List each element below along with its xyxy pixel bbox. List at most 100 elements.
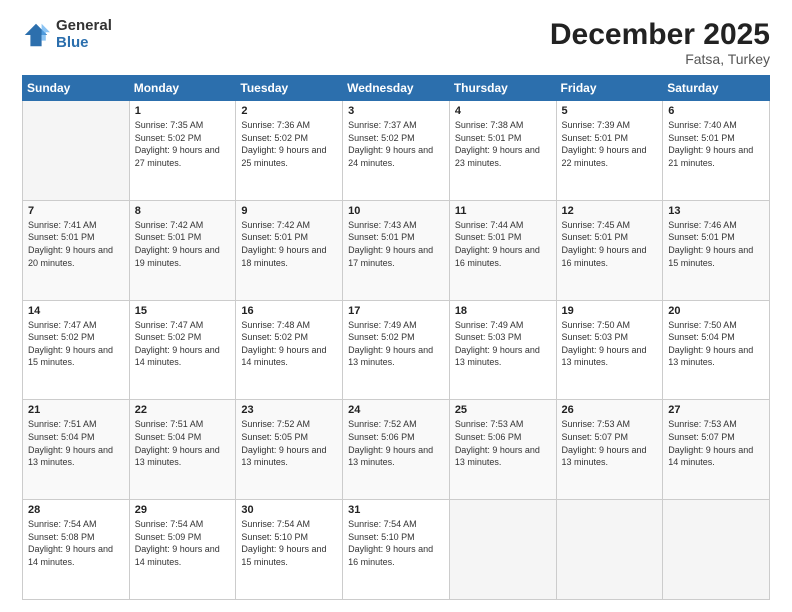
calendar-week-4: 28 Sunrise: 7:54 AMSunset: 5:08 PMDayligh… (23, 500, 770, 600)
day-number: 25 (455, 404, 551, 416)
day-number: 27 (668, 404, 764, 416)
calendar-cell: 15 Sunrise: 7:47 AMSunset: 5:02 PMDayligh… (129, 300, 236, 400)
day-number: 13 (668, 205, 764, 217)
day-number: 12 (562, 205, 658, 217)
day-number: 15 (135, 305, 231, 317)
cell-text: Sunrise: 7:50 AMSunset: 5:04 PMDaylight:… (668, 319, 764, 369)
calendar-cell: 21Sunrise: 7:51 AMSunset: 5:04 PMDayligh… (23, 400, 130, 500)
calendar-cell: 25Sunrise: 7:53 AMSunset: 5:06 PMDayligh… (449, 400, 556, 500)
day-number: 26 (562, 404, 658, 416)
day-number: 29 (135, 504, 231, 516)
weekday-header-tuesday: Tuesday (236, 76, 343, 101)
subtitle: Fatsa, Turkey (550, 51, 770, 67)
day-number: 14 (28, 305, 124, 317)
day-number: 19 (562, 305, 658, 317)
day-number: 24 (348, 404, 444, 416)
weekday-header-wednesday: Wednesday (343, 76, 450, 101)
day-number: 7 (28, 205, 124, 217)
cell-text: Sunrise: 7:49 AMSunset: 5:02 PMDaylight:… (348, 319, 444, 369)
calendar-week-0: 1 Sunrise: 7:35 AMSunset: 5:02 PMDaylight… (23, 101, 770, 201)
cell-text: Sunrise: 7:39 AMSunset: 5:01 PMDaylight:… (562, 119, 658, 169)
calendar-cell: 28 Sunrise: 7:54 AMSunset: 5:08 PMDayligh… (23, 500, 130, 600)
cell-text: Sunrise: 7:35 AMSunset: 5:02 PMDaylight:… (135, 119, 231, 169)
day-number: 3 (348, 105, 444, 117)
cell-text: Sunrise: 7:40 AMSunset: 5:01 PMDaylight:… (668, 119, 764, 169)
calendar-cell: 19 Sunrise: 7:50 AMSunset: 5:03 PMDayligh… (556, 300, 663, 400)
calendar-cell: 6 Sunrise: 7:40 AMSunset: 5:01 PMDaylight… (663, 101, 770, 201)
cell-text: Sunrise: 7:36 AMSunset: 5:02 PMDaylight:… (241, 119, 337, 169)
calendar-cell (449, 500, 556, 600)
calendar-week-1: 7 Sunrise: 7:41 AMSunset: 5:01 PMDaylight… (23, 200, 770, 300)
day-number: 16 (241, 305, 337, 317)
calendar-cell: 8 Sunrise: 7:42 AMSunset: 5:01 PMDaylight… (129, 200, 236, 300)
calendar-cell (663, 500, 770, 600)
cell-text: Sunrise: 7:48 AMSunset: 5:02 PMDaylight:… (241, 319, 337, 369)
calendar-week-3: 21Sunrise: 7:51 AMSunset: 5:04 PMDayligh… (23, 400, 770, 500)
weekday-header-saturday: Saturday (663, 76, 770, 101)
cell-text: Sunrise: 7:44 AMSunset: 5:01 PMDaylight:… (455, 219, 551, 269)
calendar-cell: 24 Sunrise: 7:52 AMSunset: 5:06 PMDayligh… (343, 400, 450, 500)
day-number: 8 (135, 205, 231, 217)
cell-text: Sunrise: 7:38 AMSunset: 5:01 PMDaylight:… (455, 119, 551, 169)
cell-text: Sunrise: 7:54 AMSunset: 5:10 PMDaylight:… (241, 518, 337, 568)
day-number: 17 (348, 305, 444, 317)
cell-text: Sunrise: 7:49 AMSunset: 5:03 PMDaylight:… (455, 319, 551, 369)
calendar-cell: 5 Sunrise: 7:39 AMSunset: 5:01 PMDaylight… (556, 101, 663, 201)
cell-text: Sunrise: 7:42 AMSunset: 5:01 PMDaylight:… (135, 219, 231, 269)
cell-text: Sunrise: 7:54 AMSunset: 5:08 PMDaylight:… (28, 518, 124, 568)
day-number: 20 (668, 305, 764, 317)
calendar-cell: 31Sunrise: 7:54 AMSunset: 5:10 PMDayligh… (343, 500, 450, 600)
calendar-cell: 4 Sunrise: 7:38 AMSunset: 5:01 PMDaylight… (449, 101, 556, 201)
calendar-cell: 10 Sunrise: 7:43 AMSunset: 5:01 PMDayligh… (343, 200, 450, 300)
cell-text: Sunrise: 7:43 AMSunset: 5:01 PMDaylight:… (348, 219, 444, 269)
day-number: 10 (348, 205, 444, 217)
calendar-cell (556, 500, 663, 600)
calendar-table: SundayMondayTuesdayWednesdayThursdayFrid… (22, 75, 770, 600)
cell-text: Sunrise: 7:52 AMSunset: 5:06 PMDaylight:… (348, 418, 444, 468)
day-number: 2 (241, 105, 337, 117)
day-number: 18 (455, 305, 551, 317)
top-section: General Blue December 2025 Fatsa, Turkey (22, 18, 770, 67)
calendar-cell: 18 Sunrise: 7:49 AMSunset: 5:03 PMDayligh… (449, 300, 556, 400)
weekday-header-sunday: Sunday (23, 76, 130, 101)
cell-text: Sunrise: 7:45 AMSunset: 5:01 PMDaylight:… (562, 219, 658, 269)
calendar-cell: 27Sunrise: 7:53 AMSunset: 5:07 PMDayligh… (663, 400, 770, 500)
calendar-cell: 9 Sunrise: 7:42 AMSunset: 5:01 PMDaylight… (236, 200, 343, 300)
calendar-cell: 17 Sunrise: 7:49 AMSunset: 5:02 PMDayligh… (343, 300, 450, 400)
cell-text: Sunrise: 7:50 AMSunset: 5:03 PMDaylight:… (562, 319, 658, 369)
cell-text: Sunrise: 7:41 AMSunset: 5:01 PMDaylight:… (28, 219, 124, 269)
day-number: 23 (241, 404, 337, 416)
day-number: 5 (562, 105, 658, 117)
calendar-cell: 26 Sunrise: 7:53 AMSunset: 5:07 PMDayligh… (556, 400, 663, 500)
cell-text: Sunrise: 7:47 AMSunset: 5:02 PMDaylight:… (135, 319, 231, 369)
cell-text: Sunrise: 7:42 AMSunset: 5:01 PMDaylight:… (241, 219, 337, 269)
weekday-header-monday: Monday (129, 76, 236, 101)
cell-text: Sunrise: 7:52 AMSunset: 5:05 PMDaylight:… (241, 418, 337, 468)
calendar-cell: 7 Sunrise: 7:41 AMSunset: 5:01 PMDaylight… (23, 200, 130, 300)
main-title: December 2025 (550, 18, 770, 51)
calendar-week-2: 14 Sunrise: 7:47 AMSunset: 5:02 PMDayligh… (23, 300, 770, 400)
day-number: 28 (28, 504, 124, 516)
calendar-cell: 12 Sunrise: 7:45 AMSunset: 5:01 PMDayligh… (556, 200, 663, 300)
logo-general-text: General (56, 18, 112, 35)
calendar-cell: 30 Sunrise: 7:54 AMSunset: 5:10 PMDayligh… (236, 500, 343, 600)
day-number: 31 (348, 504, 444, 516)
calendar-cell: 29Sunrise: 7:54 AMSunset: 5:09 PMDayligh… (129, 500, 236, 600)
calendar-cell (23, 101, 130, 201)
page: General Blue December 2025 Fatsa, Turkey… (0, 0, 792, 612)
logo: General Blue (22, 18, 112, 51)
day-number: 9 (241, 205, 337, 217)
calendar-cell: 23 Sunrise: 7:52 AMSunset: 5:05 PMDayligh… (236, 400, 343, 500)
day-number: 22 (135, 404, 231, 416)
cell-text: Sunrise: 7:37 AMSunset: 5:02 PMDaylight:… (348, 119, 444, 169)
day-number: 30 (241, 504, 337, 516)
cell-text: Sunrise: 7:53 AMSunset: 5:07 PMDaylight:… (562, 418, 658, 468)
calendar-cell: 20 Sunrise: 7:50 AMSunset: 5:04 PMDayligh… (663, 300, 770, 400)
day-number: 1 (135, 105, 231, 117)
calendar-cell: 1 Sunrise: 7:35 AMSunset: 5:02 PMDaylight… (129, 101, 236, 201)
day-number: 4 (455, 105, 551, 117)
cell-text: Sunrise: 7:47 AMSunset: 5:02 PMDaylight:… (28, 319, 124, 369)
logo-text: General Blue (56, 18, 112, 51)
logo-blue-text: Blue (56, 35, 112, 52)
day-number: 6 (668, 105, 764, 117)
